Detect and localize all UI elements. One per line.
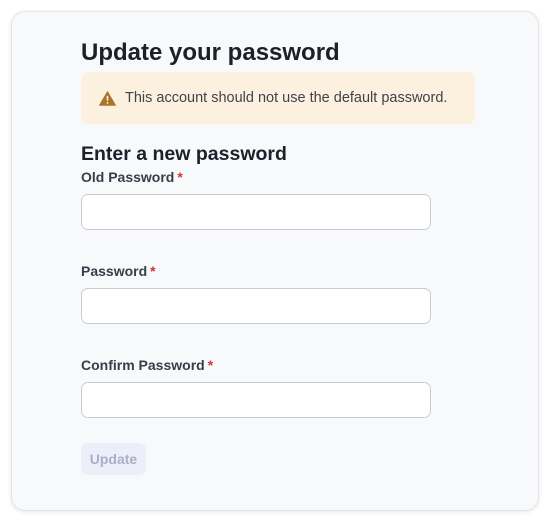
password-card: Update your password This account should… — [11, 11, 539, 511]
confirm-password-label: Confirm Password * — [81, 356, 475, 374]
confirm-password-label-text: Confirm Password — [81, 357, 205, 373]
default-password-alert: This account should not use the default … — [81, 72, 475, 124]
password-label-text: Password — [81, 263, 148, 279]
old-password-label: Old Password * — [81, 168, 475, 186]
password-form-container: Update your password This account should… — [81, 38, 475, 475]
section-title: Enter a new password — [81, 143, 287, 165]
required-marker: * — [207, 357, 214, 373]
old-password-input[interactable] — [81, 194, 431, 230]
confirm-password-input[interactable] — [81, 382, 431, 418]
required-marker: * — [150, 263, 156, 279]
password-input[interactable] — [81, 288, 431, 324]
update-button[interactable]: Update — [81, 443, 146, 475]
old-password-field: Old Password * — [81, 168, 475, 230]
confirm-password-field: Confirm Password * — [81, 356, 475, 418]
password-label: Password * — [81, 262, 475, 280]
password-field: Password * — [81, 262, 475, 324]
required-marker: * — [177, 169, 183, 185]
alert-message: This account should not use the default … — [125, 90, 448, 106]
old-password-label-text: Old Password — [81, 169, 175, 185]
page-title: Update your password — [81, 39, 340, 66]
warning-icon — [99, 90, 116, 106]
